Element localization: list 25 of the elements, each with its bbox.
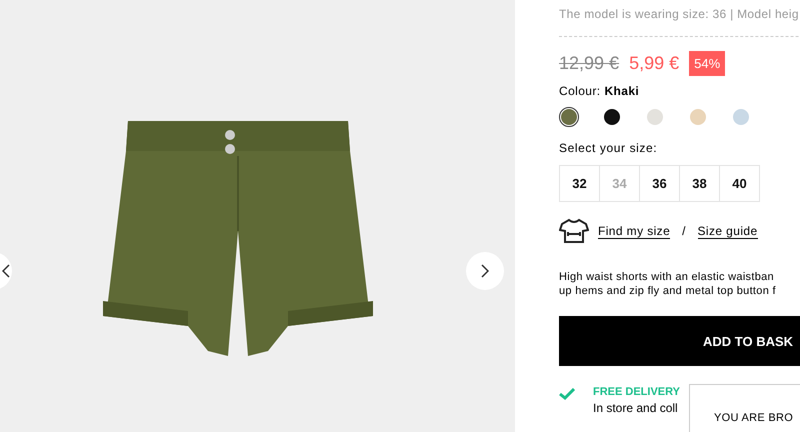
size-option[interactable]: 38 (679, 165, 720, 202)
size-option[interactable]: 32 (559, 165, 600, 202)
popup-text: YOU ARE BRO (714, 412, 794, 424)
old-price: 12,99 € (559, 53, 620, 74)
description-line: up hems and zip fly and metal top button f (559, 284, 777, 298)
size-guide-link[interactable]: Size guide (698, 224, 758, 238)
sale-price: 5,99 € (629, 53, 680, 74)
size-option[interactable]: 36 (639, 165, 680, 202)
chevron-right-icon (481, 264, 489, 278)
link-separator: / (682, 224, 686, 238)
delivery-title: FREE DELIVERY (593, 386, 680, 398)
model-info-text: The model is wearing size: 36 | Model heig (559, 7, 800, 21)
chevron-left-icon (2, 264, 10, 278)
delivery-subtitle: In store and coll (593, 401, 679, 415)
find-my-size-link[interactable]: Find my size (598, 224, 670, 238)
colour-value: Khaki (604, 84, 640, 98)
size-option[interactable]: 40 (719, 165, 760, 202)
checkmark-icon (559, 388, 575, 400)
size-label: Select your size: (559, 141, 658, 155)
discount-badge: 54% (689, 51, 726, 76)
t-shirt-icon (559, 218, 589, 244)
next-image-button[interactable] (466, 252, 504, 290)
description-line: High waist shorts with an elastic waistban (559, 270, 775, 284)
add-to-basket-button[interactable]: ADD TO BASK (559, 316, 800, 366)
colour-label: Colour: (559, 84, 600, 98)
